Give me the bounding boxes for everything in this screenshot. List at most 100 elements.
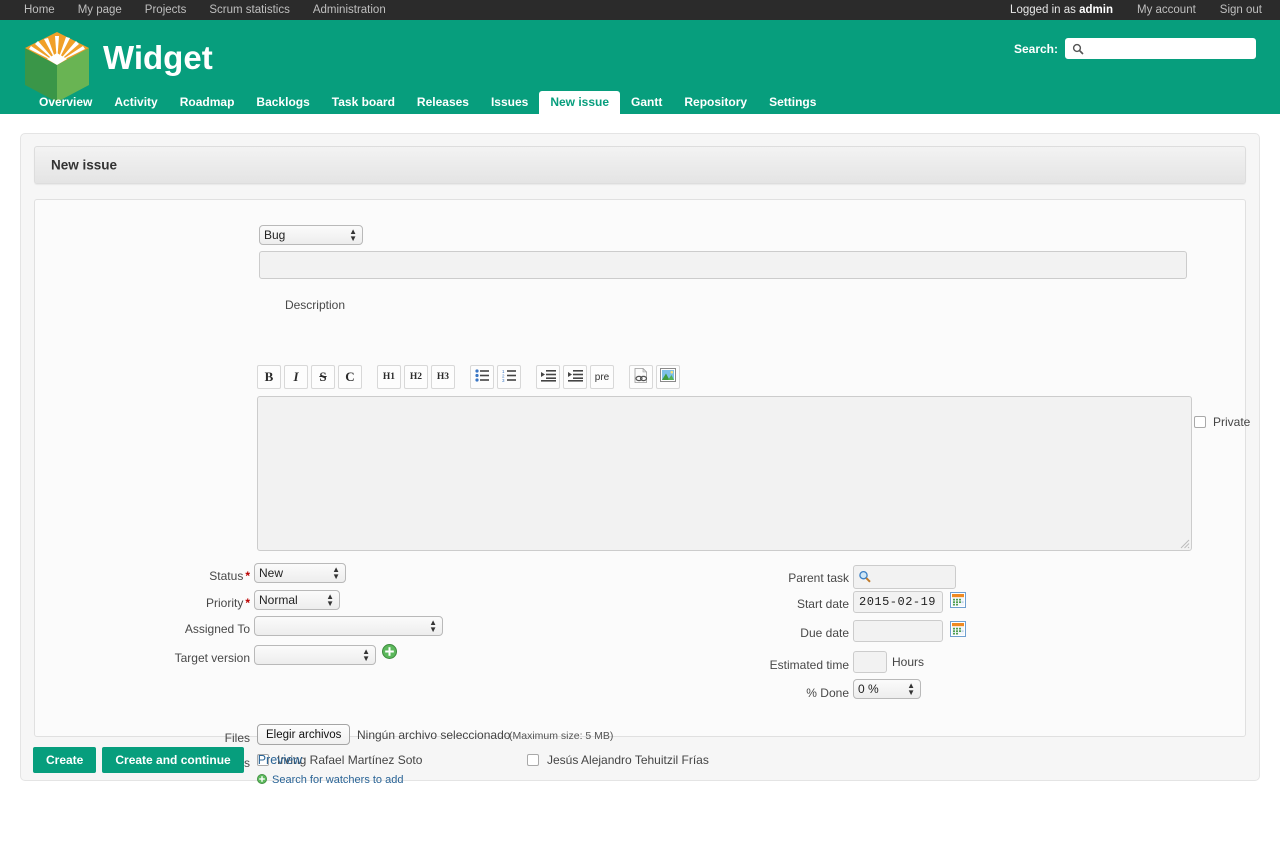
target-version-select-wrap[interactable]: ▲ ▼ — [254, 645, 376, 665]
quick-search: Search: — [1014, 38, 1256, 59]
watcher-checkbox[interactable] — [527, 754, 539, 766]
tab-task-board[interactable]: Task board — [321, 91, 406, 114]
start-date-label: Start date — [796, 597, 849, 611]
bold-icon: B — [264, 369, 274, 384]
subject-input[interactable] — [259, 251, 1187, 279]
strikethrough-icon: S — [319, 369, 327, 384]
tab-roadmap[interactable]: Roadmap — [169, 91, 246, 114]
tab-issues[interactable]: Issues — [480, 91, 539, 114]
content-area: New issue Tracker* Bug ▲▼ Private Subjec… — [26, 139, 1254, 786]
percent-done-select-wrap[interactable]: 0 % ▲ ▼ — [853, 679, 921, 699]
status-select[interactable]: New — [254, 563, 346, 583]
tab-backlogs[interactable]: Backlogs — [245, 91, 320, 114]
project-header: Widget Search: Overview Activity Roadmap… — [0, 20, 1280, 114]
unquote-button[interactable] — [563, 365, 587, 389]
my-account-link[interactable]: My account — [1137, 4, 1196, 16]
start-date-input[interactable] — [853, 591, 943, 613]
logged-in-status: Logged in as admin — [1010, 4, 1113, 16]
estimated-time-input[interactable] — [853, 651, 887, 673]
tab-new-issue[interactable]: New issue — [539, 91, 621, 114]
top-menu-left-links: Home My page Projects Scrum statistics A… — [24, 0, 386, 20]
tab-releases[interactable]: Releases — [406, 91, 480, 114]
private-label: Private — [1213, 415, 1251, 429]
private-checkbox[interactable] — [1194, 416, 1206, 428]
image-icon — [660, 368, 676, 386]
required-marker: * — [245, 596, 250, 610]
description-label: Description — [284, 298, 345, 312]
calendar-icon[interactable] — [950, 592, 966, 611]
heading-1-button[interactable]: H1 — [377, 365, 401, 389]
sign-out-link[interactable]: Sign out — [1220, 4, 1262, 16]
page-project-title: Widget — [103, 39, 213, 76]
field-row-start-date: Start date — [716, 595, 849, 613]
top-menu-item-my-page[interactable]: My page — [78, 4, 122, 16]
logged-in-prefix: Logged in as — [1010, 4, 1080, 16]
watcher-name: Jesús Alejandro Tehuitzil Frías — [547, 753, 709, 767]
image-button[interactable] — [656, 365, 680, 389]
tab-settings[interactable]: Settings — [758, 91, 827, 114]
tab-repository[interactable]: Repository — [673, 91, 758, 114]
tab-activity[interactable]: Activity — [103, 91, 168, 114]
percent-done-select[interactable]: 0 % — [853, 679, 921, 699]
top-menu-item-administration[interactable]: Administration — [313, 4, 386, 16]
assigned-to-select-wrap[interactable]: ▲ ▼ — [254, 616, 443, 636]
bold-button[interactable]: B — [257, 365, 281, 389]
page-title: New issue — [51, 157, 118, 173]
heading-2-button[interactable]: H2 — [404, 365, 428, 389]
link-button[interactable] — [629, 365, 653, 389]
code-button[interactable]: C — [338, 365, 362, 389]
priority-select[interactable]: Normal — [254, 590, 340, 610]
private-checkbox-row[interactable]: Private — [1194, 415, 1250, 429]
field-row-priority: Priority * — [26, 594, 250, 612]
target-version-label: Target version — [174, 651, 250, 665]
assigned-to-select[interactable] — [254, 616, 443, 636]
field-row-percent-done: % Done — [716, 684, 849, 702]
preformatted-button[interactable]: pre — [590, 365, 614, 389]
indent-decrease-icon — [567, 369, 583, 386]
status-select-wrap[interactable]: New ▲ ▼ — [254, 563, 346, 583]
top-menu-item-projects[interactable]: Projects — [145, 4, 187, 16]
watcher-item-2[interactable]: Jesús Alejandro Tehuitzil Frías — [527, 753, 709, 767]
tab-overview[interactable]: Overview — [28, 91, 103, 114]
tab-gantt[interactable]: Gantt — [620, 91, 673, 114]
field-row-status: Status * — [26, 567, 250, 585]
heading-3-button[interactable]: H3 — [431, 365, 455, 389]
strikethrough-button[interactable]: S — [311, 365, 335, 389]
search-label: Search: — [1013, 41, 1058, 56]
estimated-time-unit: Hours — [892, 655, 925, 669]
ordered-list-button[interactable]: 1 2 3 — [497, 365, 521, 389]
create-and-continue-button[interactable]: Create and continue — [102, 747, 244, 773]
project-tab-bar: Overview Activity Roadmap Backlogs Task … — [28, 91, 827, 114]
quote-button[interactable] — [536, 365, 560, 389]
search-box[interactable] — [1065, 38, 1256, 59]
page-header-bar: New issue — [34, 146, 1246, 184]
parent-task-input[interactable] — [853, 565, 956, 589]
target-version-select[interactable] — [254, 645, 376, 665]
search-watchers-row[interactable]: Search for watchers to add — [257, 773, 403, 787]
search-input[interactable] — [1088, 39, 1253, 58]
due-date-input[interactable] — [853, 620, 943, 642]
unordered-list-button[interactable] — [470, 365, 494, 389]
create-button[interactable]: Create — [33, 747, 97, 773]
description-toolbar: B I S C H1 H2 H3 1 2 3 pre — [257, 365, 683, 389]
top-menu-item-home[interactable]: Home — [24, 4, 55, 16]
priority-select-wrap[interactable]: Normal ▲ ▼ — [254, 590, 340, 610]
add-circle-small-icon — [257, 773, 267, 787]
search-watchers-link[interactable]: Search for watchers to add — [272, 774, 403, 786]
magnifier-icon — [858, 570, 872, 587]
description-textarea[interactable] — [257, 396, 1192, 551]
form-actions: Create Create and continue Preview — [33, 747, 302, 773]
top-menu-item-scrum-statistics[interactable]: Scrum statistics — [209, 4, 290, 16]
due-date-label: Due date — [800, 626, 849, 640]
calendar-icon[interactable] — [950, 621, 966, 640]
tracker-select-wrap[interactable]: Bug ▲ ▼ — [259, 225, 363, 245]
tracker-select[interactable]: Bug — [259, 225, 363, 245]
estimated-time-label: Estimated time — [769, 658, 849, 672]
add-circle-icon[interactable] — [382, 644, 397, 662]
field-row-parent-task: Parent task — [716, 569, 849, 587]
italic-button[interactable]: I — [284, 365, 308, 389]
choose-files-button[interactable]: Elegir archivos — [257, 724, 351, 745]
pre-icon: pre — [594, 371, 610, 383]
search-icon — [1072, 43, 1084, 55]
preview-link[interactable]: Preview — [258, 753, 302, 767]
